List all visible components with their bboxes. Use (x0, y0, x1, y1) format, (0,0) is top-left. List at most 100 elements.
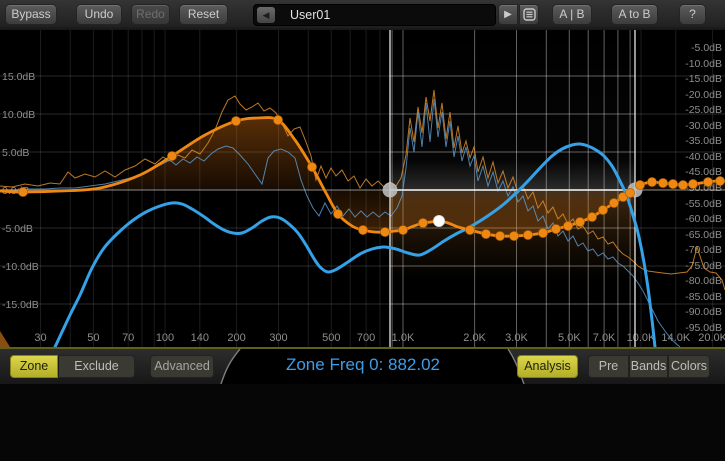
eq-node[interactable] (481, 229, 490, 238)
eq-node[interactable] (398, 225, 407, 234)
svg-text:100: 100 (156, 332, 174, 344)
svg-text:15.0dB: 15.0dB (2, 71, 35, 83)
zone-tab[interactable]: Zone (10, 355, 58, 378)
footer: NUGEN Audio SEQ-S Linear Phase Spline EQ… (0, 384, 725, 461)
eq-graph[interactable]: 15.0dB10.0dB5.0dB0.0dB-5.0dB-10.0dB-15.0… (0, 30, 725, 347)
eq-node[interactable] (688, 179, 697, 188)
undo-button[interactable]: Undo (76, 4, 122, 25)
list-icon (523, 8, 536, 21)
svg-text:2.0K: 2.0K (463, 332, 486, 344)
svg-text:10.0dB: 10.0dB (2, 109, 35, 121)
svg-text:70: 70 (122, 332, 134, 344)
eq-node[interactable] (563, 221, 572, 230)
svg-text:-30.0dB: -30.0dB (685, 120, 722, 132)
seq-s-plugin-window: Bypass Undo Redo Reset ◀ User01 ▶ A | B … (0, 0, 725, 461)
svg-text:14.0K: 14.0K (661, 332, 690, 344)
eq-node[interactable] (668, 179, 677, 188)
eq-node[interactable] (678, 180, 687, 189)
svg-text:20.0K: 20.0K (698, 332, 725, 344)
svg-text:-80.0dB: -80.0dB (685, 275, 722, 287)
svg-text:10.0K: 10.0K (627, 332, 656, 344)
svg-text:-55.0dB: -55.0dB (685, 198, 722, 210)
svg-text:-10.0dB: -10.0dB (2, 261, 39, 273)
eq-node[interactable] (587, 212, 596, 221)
svg-text:5.0dB: 5.0dB (2, 147, 29, 159)
preset-selector: ◀ User01 (253, 4, 496, 26)
advanced-button[interactable]: Advanced (150, 355, 214, 378)
eq-node[interactable] (703, 177, 712, 186)
eq-node[interactable] (635, 180, 644, 189)
svg-text:-70.0dB: -70.0dB (685, 244, 722, 256)
svg-text:1.0K: 1.0K (392, 332, 415, 344)
svg-text:-60.0dB: -60.0dB (685, 213, 722, 225)
eq-node[interactable] (575, 217, 584, 226)
zone-bar: Zone Exclude Advanced Zone Freq 0: 882.0… (0, 349, 725, 384)
svg-text:-20.0dB: -20.0dB (685, 89, 722, 101)
analyzer-lf-wedge (0, 331, 10, 347)
svg-text:30: 30 (34, 332, 46, 344)
help-button[interactable]: ? (679, 4, 706, 25)
eq-node[interactable] (523, 230, 532, 239)
left-arrow-icon: ◀ (263, 10, 270, 20)
exclude-tab[interactable]: Exclude (58, 355, 135, 378)
eq-node[interactable] (380, 227, 389, 236)
preset-name: User01 (290, 8, 330, 22)
reset-button[interactable]: Reset (179, 4, 228, 25)
zone-freq-readout: Zone Freq 0: 882.02 (238, 355, 488, 375)
eq-node[interactable] (509, 231, 518, 240)
eq-node[interactable] (358, 225, 367, 234)
svg-text:-45.0dB: -45.0dB (685, 166, 722, 178)
eq-node[interactable] (495, 231, 504, 240)
a-to-b-button[interactable]: A to B (611, 4, 658, 25)
svg-text:-15.0dB: -15.0dB (2, 299, 39, 311)
analysis-button[interactable]: Analysis (517, 355, 578, 378)
ab-compare-button[interactable]: A | B (552, 4, 592, 25)
eq-node[interactable] (465, 225, 474, 234)
eq-node[interactable] (418, 218, 427, 227)
eq-node[interactable] (658, 178, 667, 187)
bands-button[interactable]: Bands (629, 355, 668, 378)
preset-list-button[interactable] (519, 4, 539, 25)
eq-node[interactable] (598, 205, 607, 214)
redo-button[interactable]: Redo (131, 4, 170, 25)
eq-node[interactable] (609, 198, 618, 207)
eq-node[interactable] (715, 176, 724, 185)
svg-text:-90.0dB: -90.0dB (685, 306, 722, 318)
pre-button[interactable]: Pre (588, 355, 629, 378)
svg-text:140: 140 (191, 332, 209, 344)
eq-node-selected[interactable] (433, 215, 444, 226)
eq-node[interactable] (647, 177, 656, 186)
svg-text:50: 50 (87, 332, 99, 344)
svg-text:-25.0dB: -25.0dB (685, 104, 722, 116)
eq-node[interactable] (333, 209, 342, 218)
play-icon: ▶ (504, 9, 512, 20)
svg-text:500: 500 (322, 332, 340, 344)
svg-text:300: 300 (269, 332, 287, 344)
colors-button[interactable]: Colors (668, 355, 710, 378)
svg-text:-65.0dB: -65.0dB (685, 229, 722, 241)
bypass-button[interactable]: Bypass (5, 4, 57, 25)
svg-text:7.0K: 7.0K (593, 332, 616, 344)
eq-node[interactable] (18, 187, 27, 196)
eq-node[interactable] (307, 162, 316, 171)
eq-node[interactable] (538, 228, 547, 237)
eq-node[interactable] (273, 115, 282, 124)
svg-text:-35.0dB: -35.0dB (685, 135, 722, 147)
eq-node[interactable] (231, 116, 240, 125)
svg-text:-15.0dB: -15.0dB (685, 73, 722, 85)
svg-text:-5.0dB: -5.0dB (691, 42, 722, 54)
zone-handle[interactable] (383, 183, 398, 198)
svg-text:-40.0dB: -40.0dB (685, 151, 722, 163)
svg-text:200: 200 (227, 332, 245, 344)
svg-text:700: 700 (357, 332, 375, 344)
eq-node[interactable] (167, 151, 176, 160)
preset-prev-button[interactable]: ◀ (257, 7, 275, 23)
eq-node[interactable] (625, 188, 634, 197)
eq-node[interactable] (551, 224, 560, 233)
eq-graph-canvas: 15.0dB10.0dB5.0dB0.0dB-5.0dB-10.0dB-15.0… (0, 30, 725, 347)
svg-text:3.0K: 3.0K (505, 332, 528, 344)
svg-text:5.0K: 5.0K (558, 332, 581, 344)
preset-play-button[interactable]: ▶ (498, 4, 518, 25)
svg-text:-5.0dB: -5.0dB (2, 223, 33, 235)
toolbar: Bypass Undo Redo Reset ◀ User01 ▶ A | B … (0, 0, 725, 31)
